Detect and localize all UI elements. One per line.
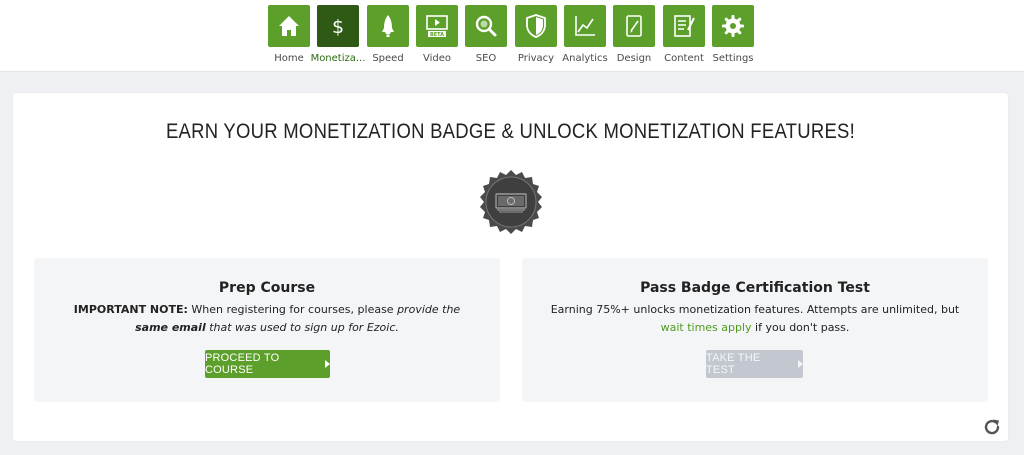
svg-text:$: $ <box>332 16 344 38</box>
monetization-badge-panel: EARN YOUR MONETIZATION BADGE & UNLOCK MO… <box>13 93 1008 441</box>
nav-seo-button[interactable] <box>465 5 507 47</box>
wait-times-link[interactable]: wait times apply <box>661 321 752 334</box>
important-note-label: IMPORTANT NOTE: <box>73 303 188 316</box>
video-icon: BETA <box>426 15 448 38</box>
test-text-2: if you don't pass. <box>751 321 850 334</box>
caret-right-icon <box>325 360 330 368</box>
take-the-test-label: TAKE THE TEST <box>706 352 761 376</box>
certification-test-text: Earning 75%+ unlocks monetization featur… <box>544 301 966 337</box>
prep-course-card: Prep Course IMPORTANT NOTE: When registe… <box>34 258 500 402</box>
line-chart-icon <box>575 16 595 36</box>
note-same-email: same email <box>135 321 206 334</box>
proceed-to-course-button[interactable]: PROCEED TO COURSE <box>205 350 330 378</box>
refresh-icon[interactable] <box>982 417 1002 437</box>
prep-course-note: IMPORTANT NOTE: When registering for cou… <box>56 301 478 337</box>
top-navigation: Home $ Monetiza... Speed BETA Video SEO … <box>0 0 1024 72</box>
magnifier-icon <box>475 15 497 37</box>
nav-settings-button[interactable] <box>712 5 754 47</box>
nav-label-settings: Settings <box>712 53 754 64</box>
nav-design-button[interactable] <box>613 5 655 47</box>
design-icon <box>626 15 642 37</box>
caret-right-icon <box>798 360 803 368</box>
certification-test-title: Pass Badge Certification Test <box>640 280 870 296</box>
rocket-icon <box>382 15 394 37</box>
document-edit-icon <box>674 15 695 37</box>
nav-privacy-button[interactable] <box>515 5 557 47</box>
take-the-test-button[interactable]: TAKE THE TEST <box>706 350 803 378</box>
nav-video-button[interactable]: BETA <box>416 5 458 47</box>
home-icon <box>279 16 299 36</box>
test-text-1: Earning 75%+ unlocks monetization featur… <box>550 303 960 316</box>
nav-content-button[interactable] <box>663 5 705 47</box>
money-badge-icon <box>480 170 542 234</box>
dollar-icon: $ <box>332 16 344 38</box>
note-emphasis-1: provide the <box>397 303 461 316</box>
note-emphasis-2: that was used to sign up for Ezoic. <box>205 321 399 334</box>
svg-text:BETA: BETA <box>430 32 444 38</box>
gear-icon <box>722 15 744 37</box>
proceed-to-course-label: PROCEED TO COURSE <box>205 352 280 376</box>
shield-icon <box>526 14 546 38</box>
nav-item-settings[interactable]: Settings <box>702 5 764 67</box>
nav-speed-button[interactable] <box>367 5 409 47</box>
certification-test-card: Pass Badge Certification Test Earning 75… <box>522 258 988 402</box>
prep-course-title: Prep Course <box>218 280 316 296</box>
nav-home-button[interactable] <box>268 5 310 47</box>
nav-analytics-button[interactable] <box>564 5 606 47</box>
nav-monetization-button[interactable]: $ <box>317 5 359 47</box>
note-text: When registering for courses, please <box>187 303 398 316</box>
page-headline: EARN YOUR MONETIZATION BADGE & UNLOCK MO… <box>165 120 856 143</box>
